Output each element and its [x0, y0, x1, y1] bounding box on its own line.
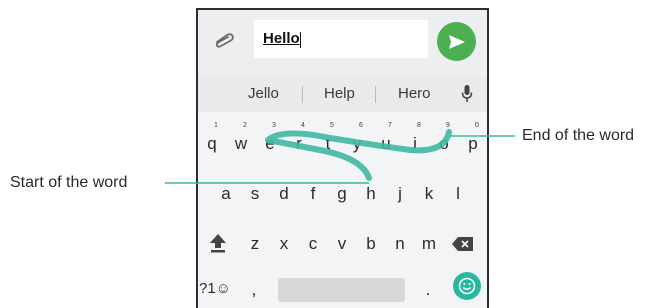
key-l[interactable]: l [448, 184, 468, 204]
message-input[interactable]: Hello [254, 20, 428, 58]
key-h[interactable]: h [361, 184, 381, 204]
key-f[interactable]: f [303, 184, 323, 204]
key-r[interactable]: r [289, 134, 309, 154]
key-s[interactable]: s [245, 184, 265, 204]
key-c[interactable]: c [303, 234, 323, 254]
key-m[interactable]: m [419, 234, 439, 254]
key-hint: 1 [214, 122, 218, 129]
key-hint: 8 [417, 122, 421, 129]
key-y[interactable]: y [347, 134, 367, 154]
microphone-icon[interactable] [461, 84, 473, 104]
key-d[interactable]: d [274, 184, 294, 204]
key-hint: 6 [359, 122, 363, 129]
text-caret [300, 32, 301, 48]
key-w[interactable]: w [231, 134, 251, 154]
key-o[interactable]: o [434, 134, 454, 154]
key-hint: 3 [272, 122, 276, 129]
compose-bar: Hello [198, 10, 487, 76]
key-t[interactable]: t [318, 134, 338, 154]
key-u[interactable]: u [376, 134, 396, 154]
suggestion-hero[interactable]: Hero [398, 85, 431, 102]
suggestion-help[interactable]: Help [324, 85, 355, 102]
key-hint: 5 [330, 122, 334, 129]
key-hint: 4 [301, 122, 305, 129]
emoji-button[interactable] [453, 272, 481, 300]
key-b[interactable]: b [361, 234, 381, 254]
key-p[interactable]: p [463, 134, 483, 154]
start-of-word-label: Start of the word [10, 174, 128, 191]
key-g[interactable]: g [332, 184, 352, 204]
shift-arrow-icon[interactable] [208, 232, 228, 254]
key-j[interactable]: j [390, 184, 410, 204]
key-z[interactable]: z [245, 234, 265, 254]
smiley-icon [458, 277, 476, 295]
symbols-key[interactable]: ?1☺ [198, 280, 232, 297]
suggestion-jello[interactable]: Jello [248, 85, 279, 102]
key-i[interactable]: i [405, 134, 425, 154]
key-k[interactable]: k [419, 184, 439, 204]
phone-screen: Hello Jello Help Hero 1 2 3 4 5 6 7 8 9 … [196, 8, 489, 308]
suggestion-divider [302, 86, 303, 103]
suggestion-bar: Jello Help Hero [198, 76, 487, 112]
key-hint: 2 [243, 122, 247, 129]
key-n[interactable]: n [390, 234, 410, 254]
suggestion-divider [375, 86, 376, 103]
backspace-icon[interactable] [451, 236, 475, 252]
message-input-text: Hello [263, 30, 300, 47]
key-v[interactable]: v [332, 234, 352, 254]
keyboard: Jello Help Hero 1 2 3 4 5 6 7 8 9 0 q w … [198, 76, 487, 308]
space-bar[interactable] [278, 278, 405, 302]
end-of-word-label: End of the word [522, 127, 635, 144]
key-e[interactable]: e [260, 134, 280, 154]
key-hint: 7 [388, 122, 392, 129]
key-hint: 0 [475, 122, 479, 129]
period-key[interactable]: . [418, 280, 438, 300]
send-button[interactable] [437, 22, 476, 61]
key-a[interactable]: a [216, 184, 236, 204]
key-hint: 9 [446, 122, 450, 129]
send-arrow-icon [448, 34, 465, 49]
key-x[interactable]: x [274, 234, 294, 254]
paperclip-icon[interactable] [213, 32, 235, 48]
comma-key[interactable]: , [244, 280, 264, 300]
key-q[interactable]: q [202, 134, 222, 154]
